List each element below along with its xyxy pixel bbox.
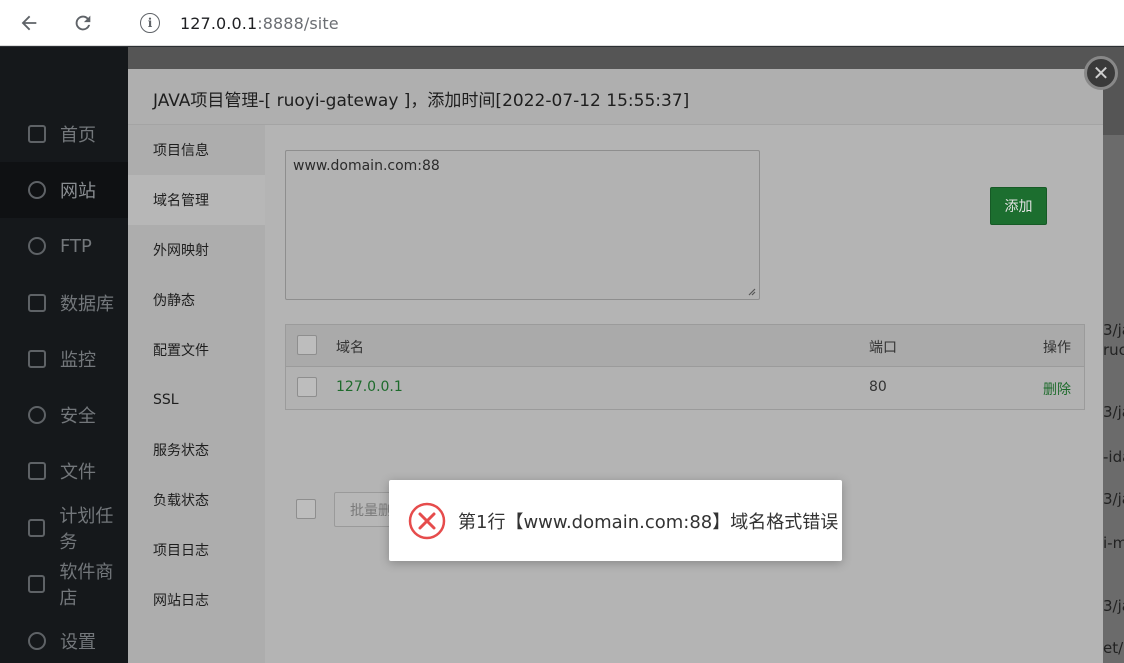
background-text: i-m bbox=[1103, 534, 1124, 552]
calendar-icon bbox=[28, 519, 46, 537]
sidebar-item-files[interactable]: 文件 bbox=[0, 443, 128, 499]
modal-nav: 项目信息 域名管理 外网映射 伪静态 配置文件 SSL 服务状态 负载状态 项目… bbox=[128, 125, 265, 663]
add-domain-button[interactable]: 添加 bbox=[990, 187, 1047, 225]
sidebar-item-monitor[interactable]: 监控 bbox=[0, 331, 128, 387]
url-text[interactable]: 127.0.0.1:8888/site bbox=[180, 14, 339, 33]
monitor-icon bbox=[28, 350, 46, 368]
background-text: ruc bbox=[1103, 341, 1124, 359]
bulk-select-checkbox[interactable] bbox=[296, 499, 316, 519]
delete-link[interactable]: 删除 bbox=[1043, 379, 1071, 399]
shield-icon bbox=[28, 406, 46, 424]
sidebar-item-store[interactable]: 软件商店 bbox=[0, 556, 128, 612]
grid-icon bbox=[28, 575, 46, 593]
sidebar-item-settings[interactable]: 设置 bbox=[0, 613, 128, 663]
tab-site-log[interactable]: 网站日志 bbox=[128, 575, 265, 625]
background-text: 3/ja bbox=[1103, 490, 1124, 508]
domain-input[interactable] bbox=[285, 150, 760, 300]
modal-body: 添加 域名 端口 操作 127.0.0.1 80 删除 批量删除 bbox=[265, 125, 1103, 663]
close-icon: ✕ bbox=[1092, 61, 1110, 85]
modal-close-button[interactable]: ✕ bbox=[1084, 56, 1118, 90]
sidebar-item-label: 安全 bbox=[60, 406, 96, 427]
sidebar-item-label: 监控 bbox=[60, 350, 96, 371]
modal-title: JAVA项目管理-[ ruoyi-gateway ]，添加时间[2022-07-… bbox=[153, 91, 690, 111]
column-header-action: 操作 bbox=[1043, 340, 1071, 356]
tab-service-status[interactable]: 服务状态 bbox=[128, 425, 265, 475]
back-button[interactable] bbox=[14, 8, 44, 38]
browser-toolbar: i 127.0.0.1:8888/site bbox=[0, 0, 1124, 46]
table-header: 域名 端口 操作 bbox=[286, 325, 1084, 367]
background-text: 3/ja bbox=[1103, 597, 1124, 615]
java-project-modal: JAVA项目管理-[ ruoyi-gateway ]，添加时间[2022-07-… bbox=[128, 69, 1103, 663]
modal-header: JAVA项目管理-[ ruoyi-gateway ]，添加时间[2022-07-… bbox=[128, 69, 1103, 125]
sidebar-item-label: 计划任务 bbox=[59, 506, 114, 553]
column-header-domain: 域名 bbox=[336, 340, 364, 356]
sidebar-item-label: 文件 bbox=[60, 462, 96, 483]
row-checkbox[interactable] bbox=[297, 377, 317, 397]
reload-button[interactable] bbox=[68, 8, 98, 38]
tab-project-log[interactable]: 项目日志 bbox=[128, 525, 265, 575]
sidebar-item-label: 网站 bbox=[60, 181, 96, 202]
info-icon[interactable]: i bbox=[140, 13, 160, 33]
sidebar-item-home[interactable]: 首页 bbox=[0, 106, 128, 162]
url-path: :8888/site bbox=[257, 13, 339, 33]
sidebar-item-ftp[interactable]: FTP bbox=[0, 218, 128, 274]
url-host: 127.0.0.1 bbox=[180, 13, 258, 33]
background-text: 3/ja bbox=[1103, 321, 1124, 339]
tab-domain-management[interactable]: 域名管理 bbox=[128, 175, 265, 225]
domain-link[interactable]: 127.0.0.1 bbox=[336, 379, 403, 395]
sidebar-item-security[interactable]: 安全 bbox=[0, 387, 128, 443]
tab-config-file[interactable]: 配置文件 bbox=[128, 325, 265, 375]
table-row: 127.0.0.1 80 删除 bbox=[286, 367, 1084, 409]
tab-ssl[interactable]: SSL bbox=[128, 375, 265, 425]
error-toast: 第1行【www.domain.com:88】域名格式错误 bbox=[389, 480, 842, 561]
port-value: 80 bbox=[869, 379, 887, 395]
sidebar-item-site[interactable]: 网站 bbox=[0, 162, 128, 218]
background-text: 3/ja bbox=[1103, 403, 1124, 421]
sidebar-item-label: FTP bbox=[60, 235, 92, 257]
select-all-checkbox[interactable] bbox=[297, 335, 317, 355]
resize-grip-icon[interactable] bbox=[746, 286, 756, 296]
background-text: -ida bbox=[1103, 448, 1124, 466]
sidebar-item-database[interactable]: 数据库 bbox=[0, 275, 128, 331]
sidebar-item-cron[interactable]: 计划任务 bbox=[0, 500, 128, 556]
arrow-left-icon bbox=[21, 15, 37, 31]
database-icon bbox=[28, 294, 46, 312]
sidebar-item-label: 数据库 bbox=[60, 294, 114, 315]
reload-icon bbox=[75, 15, 91, 31]
tab-project-info[interactable]: 项目信息 bbox=[128, 125, 265, 175]
error-x-icon bbox=[408, 502, 446, 539]
domain-table: 域名 端口 操作 127.0.0.1 80 删除 bbox=[285, 324, 1085, 410]
tab-load-status[interactable]: 负载状态 bbox=[128, 475, 265, 525]
address-bar[interactable]: i 127.0.0.1:8888/site bbox=[118, 4, 1124, 42]
toast-message: 第1行【www.domain.com:88】域名格式错误 bbox=[458, 511, 839, 533]
app-sidebar: 首页 网站 FTP 数据库 监控 安全 文件 计划任务 软件商店 设置 bbox=[0, 47, 128, 663]
gear-icon bbox=[28, 632, 46, 650]
sidebar-item-label: 首页 bbox=[60, 125, 96, 146]
home-icon bbox=[28, 125, 46, 143]
ftp-icon bbox=[28, 237, 46, 255]
tab-external-mapping[interactable]: 外网映射 bbox=[128, 225, 265, 275]
sidebar-item-label: 软件商店 bbox=[59, 562, 114, 609]
tab-rewrite[interactable]: 伪静态 bbox=[128, 275, 265, 325]
background-content-strip: 3/ja ruc 3/ja -ida 3/ja i-m 3/ja et/b bbox=[1103, 135, 1124, 663]
globe-icon bbox=[28, 181, 46, 199]
sidebar-item-label: 设置 bbox=[60, 632, 96, 653]
folder-icon bbox=[28, 462, 46, 480]
background-text: et/b bbox=[1103, 639, 1124, 657]
column-header-port: 端口 bbox=[869, 340, 897, 356]
